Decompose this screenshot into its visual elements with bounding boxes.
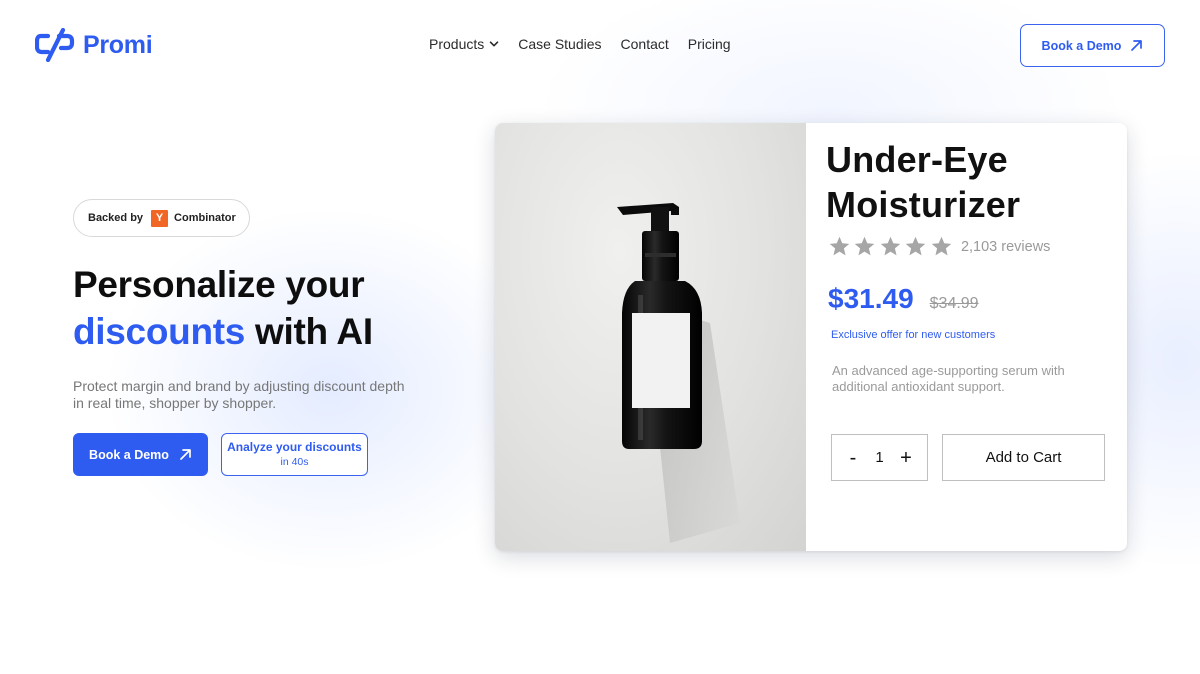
button-label: Book a Demo [89,447,169,462]
nav-item-label: Case Studies [518,36,602,52]
product-title: Under-Eye Moisturizer [826,139,1021,225]
badge-suffix: Combinator [174,212,236,224]
nav-item-label: Pricing [687,36,731,52]
star-icon [931,236,951,256]
quantity-value[interactable]: 1 [875,449,883,466]
button-label-line1: Analyze your discounts [227,439,362,454]
pump-bottle-image [617,203,740,543]
decrease-quantity-button[interactable]: - [846,448,860,468]
product-description: An advanced age-supporting serum with ad… [832,363,1065,394]
increase-quantity-button[interactable]: + [899,448,913,468]
yc-logo-icon: Y [151,209,169,227]
product-photo [495,123,806,551]
analyze-discounts-button[interactable]: Analyze your discounts in 40s [221,433,368,476]
hero-headline: Personalize your discounts with AI [73,261,473,355]
price-row: $31.49 $34.99 [828,283,979,315]
header-book-demo-button[interactable]: Book a Demo [1020,24,1165,67]
sale-price: $31.49 [828,283,914,314]
star-icon [905,236,926,256]
chevron-down-icon [489,41,499,47]
offer-note: Exclusive offer for new customers [831,329,996,341]
nav-item-case-studies[interactable]: Case Studies [518,36,601,52]
nav-item-contact[interactable]: Contact [621,36,669,52]
promi-logo-icon [35,28,75,62]
add-to-cart-button[interactable]: Add to Cart [942,434,1105,481]
review-count[interactable]: 2,103 reviews [961,239,1050,255]
brand-logo[interactable]: Promi [35,28,153,62]
product-card: Under-Eye Moisturizer 2,103 reviews $31.… [495,123,1127,551]
book-demo-button[interactable]: Book a Demo [73,433,208,476]
headline-line1: Personalize your [73,264,365,305]
star-icon [855,236,875,256]
site-header: Promi Products Case Studies Contact Pric… [0,0,1200,92]
headline-accent: discounts [73,311,246,352]
arrow-up-right-icon [1131,40,1143,51]
nav-item-products[interactable]: Products [429,36,499,52]
brand-name: Promi [83,30,153,59]
button-label: Book a Demo [1041,38,1122,53]
nav-item-label: Products [429,36,485,52]
product-info: Under-Eye Moisturizer 2,103 reviews $31.… [806,123,1127,551]
nav-item-label: Contact [620,36,669,52]
backed-by-badge: Backed by Y Combinator [73,199,250,237]
button-label-line2: in 40s [280,455,309,468]
headline-rest: with AI [245,311,373,352]
hero-subtext: Protect margin and brand by adjusting di… [73,378,405,411]
arrow-up-right-icon [180,449,191,460]
nav-item-pricing[interactable]: Pricing [688,36,731,52]
original-price: $34.99 [929,295,979,312]
main-nav: Products Case Studies Contact Pricing [429,36,731,52]
badge-prefix: Backed by [88,212,144,224]
star-icon [829,236,850,256]
quantity-stepper: - 1 + [831,434,928,481]
star-icon [880,236,901,256]
rating-stars: 2,103 reviews [828,235,1050,258]
